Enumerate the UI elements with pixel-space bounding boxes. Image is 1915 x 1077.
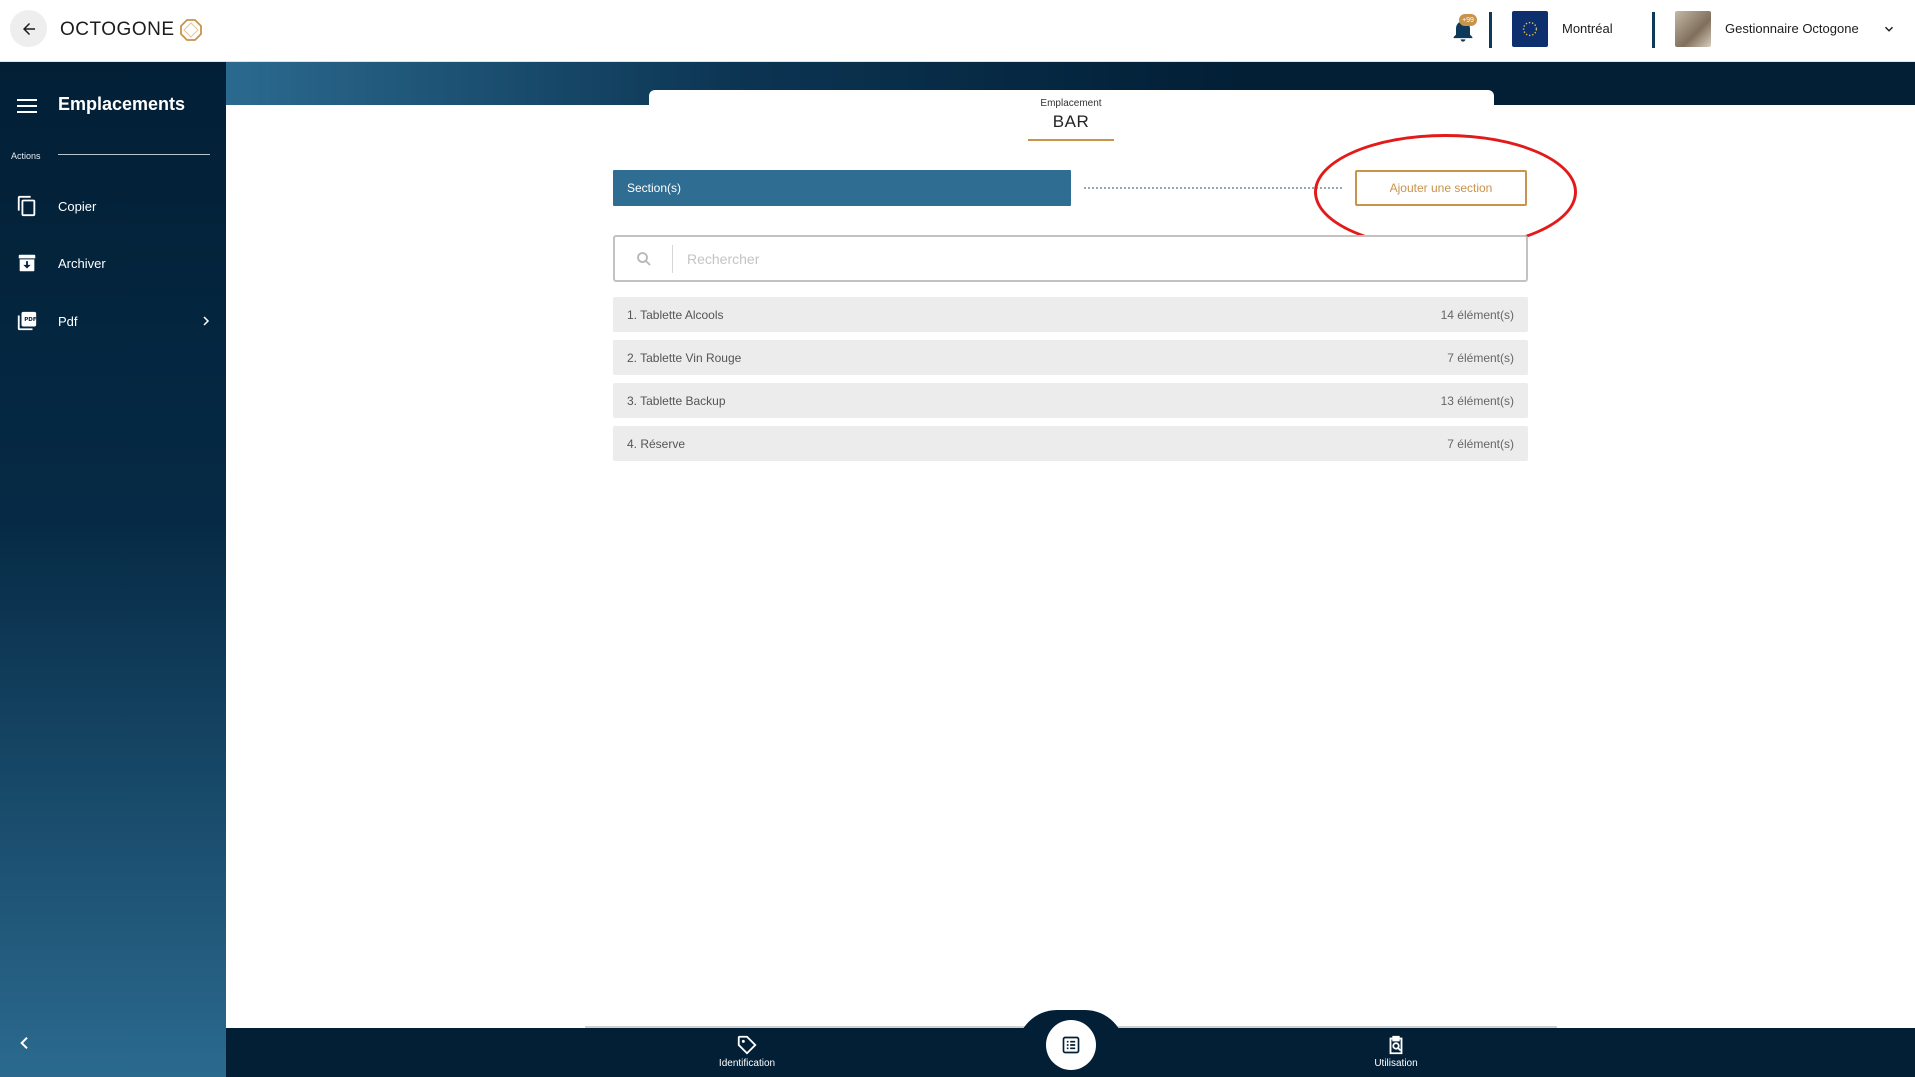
sidebar-item-copier[interactable]: Copier [0,186,226,226]
sections-header: Section(s) [613,170,1071,206]
eu-stars-icon [1522,21,1538,37]
list-icon [1062,1036,1080,1054]
logo-text: OCTOGONE [60,19,175,40]
sidebar-item-label: Copier [58,198,97,214]
section-name: 2. Tablette Vin Rouge [627,350,742,365]
sidebar-title: Emplacements [58,94,186,114]
chevron-right-icon [203,316,210,326]
archive-icon [18,254,36,272]
pdf-icon: PDF [17,311,37,331]
tag-icon [737,1035,757,1055]
sidebar-item-pdf[interactable]: PDF Pdf [0,301,226,341]
section-row[interactable]: 3. Tablette Backup 13 élément(s) [613,383,1528,418]
divider [1652,12,1655,48]
tab-identification[interactable]: Identification [687,1034,807,1074]
sidebar-item-label: Pdf [58,313,78,329]
divider [1489,12,1492,48]
section-row[interactable]: 2. Tablette Vin Rouge 7 élément(s) [613,340,1528,375]
search-divider [672,245,673,273]
sidebar-item-archiver[interactable]: Archiver [0,243,226,283]
clipboard-search-icon [1389,1035,1403,1055]
section-name: 4. Réserve [627,436,686,451]
section-row[interactable]: 4. Réserve 7 élément(s) [613,426,1528,461]
avatar[interactable] [1675,11,1711,47]
chevron-down-icon[interactable] [1882,22,1896,36]
copy-icon [17,195,36,217]
center-list-button[interactable] [1046,1020,1096,1070]
add-section-button[interactable]: Ajouter une section [1355,170,1527,206]
top-bar: OCTOGONE +99 Montréal Gestionnaire Octog… [0,0,1915,62]
search-input[interactable] [687,245,1507,273]
search-box [613,235,1528,282]
site-name[interactable]: Montréal [1562,21,1613,36]
svg-text:PDF: PDF [24,317,37,323]
section-count: 7 élément(s) [1447,436,1514,451]
location-underline [1028,139,1114,141]
section-name: 1. Tablette Alcools [627,307,724,322]
notification-badge: +99 [1459,14,1477,26]
actions-divider [58,154,210,155]
search-icon [637,252,651,266]
app-logo: OCTOGONE [60,17,203,43]
octagon-logo-icon [179,19,202,41]
tab-label: Utilisation [1374,1058,1418,1069]
arrow-left-icon [22,22,35,35]
section-count: 14 élément(s) [1440,307,1514,322]
actions-heading: Actions [11,151,41,161]
dotted-connector [1084,187,1342,189]
user-name[interactable]: Gestionnaire Octogone [1725,21,1859,36]
menu-icon[interactable] [17,98,37,114]
location-name: BAR [1052,112,1090,131]
location-label: Emplacement [1040,98,1102,109]
section-count: 13 élément(s) [1440,393,1514,408]
sidebar: Emplacements Actions Copier Archiver PDF… [0,62,226,1077]
tab-label: Identification [718,1058,776,1069]
tab-utilisation[interactable]: Utilisation [1336,1034,1456,1074]
section-name: 3. Tablette Backup [627,393,726,408]
section-row[interactable]: 1. Tablette Alcools 14 élément(s) [613,297,1528,332]
collapse-sidebar-icon[interactable] [17,1035,33,1051]
back-button[interactable] [10,10,47,47]
site-flag-icon[interactable] [1512,11,1548,47]
section-count: 7 élément(s) [1447,350,1514,365]
sidebar-item-label: Archiver [58,255,106,271]
